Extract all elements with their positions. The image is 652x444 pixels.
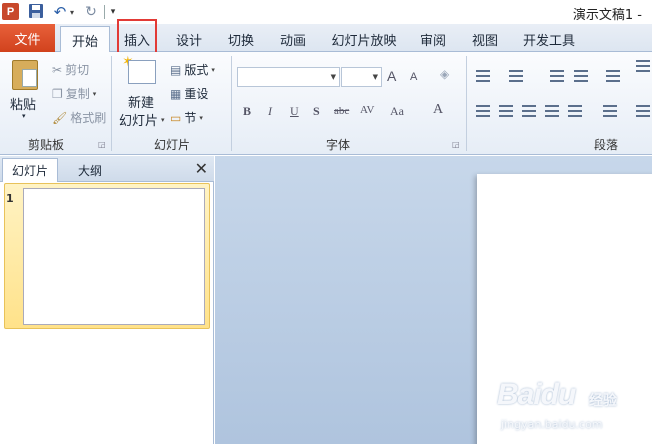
slide-thumbnail[interactable] (23, 188, 205, 325)
bold-button[interactable]: B (243, 104, 251, 119)
numbering-icon[interactable] (509, 70, 523, 82)
shadow-button[interactable]: S (313, 104, 320, 119)
font-color-button[interactable]: A (433, 102, 443, 118)
paragraph-group-label: 段落 (594, 138, 619, 152)
brush-icon: 🖌 (52, 110, 68, 125)
tab-slide-show[interactable]: 幻灯片放映 (326, 26, 402, 52)
format-painter-label: 格式刷 (70, 111, 107, 125)
format-painter-button[interactable]: 🖌 格式刷 (52, 109, 106, 126)
slides-group-label: 幻灯片 (154, 138, 191, 152)
tab-design[interactable]: 设计 (170, 26, 208, 52)
columns-icon[interactable] (603, 105, 617, 117)
layout-button[interactable]: ▤ 版式 ▾ (170, 61, 215, 78)
align-right-icon[interactable] (522, 105, 536, 117)
chevron-down-icon: ▼ (330, 73, 336, 81)
layout-label: 版式 (184, 63, 209, 77)
section-icon: ▭ (170, 110, 182, 125)
copy-label: 复制 (65, 87, 90, 101)
new-slide-button-line2[interactable]: 幻灯片 ▾ (119, 110, 165, 129)
slides-panel: 幻灯片 大纲 ✕ 1 (0, 156, 214, 444)
reset-icon: ▦ (170, 86, 182, 101)
grow-font-button[interactable]: A (387, 68, 396, 84)
watermark-brand: Baidu (497, 378, 576, 411)
tab-home[interactable]: 开始 (60, 26, 110, 53)
reset-label: 重设 (184, 87, 209, 101)
slides-panel-tabs: 幻灯片 大纲 ✕ (0, 156, 214, 182)
paste-button[interactable]: 粘贴 (10, 94, 36, 113)
powerpoint-app-icon[interactable]: P (2, 3, 19, 20)
save-icon[interactable] (28, 3, 44, 19)
tab-developer[interactable]: 开发工具 (518, 26, 580, 52)
distributed-icon[interactable] (568, 105, 582, 117)
new-slide-label: 幻灯片 (119, 114, 159, 129)
copy-icon: ❐ (52, 86, 63, 101)
font-launcher-icon[interactable]: ◲ (452, 140, 460, 149)
strikethrough-button[interactable]: abc (334, 105, 349, 117)
clipboard-group-label: 剪贴板 (28, 138, 65, 152)
align-center-icon[interactable] (499, 105, 513, 117)
reset-button[interactable]: ▦ 重设 (170, 85, 208, 102)
watermark-url: jingyan.baidu.com (501, 418, 603, 431)
section-button[interactable]: ▭ 节 ▾ (170, 109, 203, 126)
clipboard-launcher-icon[interactable]: ◲ (98, 140, 106, 149)
undo-dropdown-icon[interactable]: ▾ (68, 3, 76, 21)
baidu-watermark: Baidu 经验 jingyan.baidu.com (497, 374, 647, 438)
tab-outline[interactable]: 大纲 (62, 158, 118, 182)
redo-icon[interactable]: ↻ (84, 3, 98, 21)
tab-animations[interactable]: 动画 (274, 26, 312, 52)
bullets-icon[interactable] (476, 70, 490, 82)
justify-icon[interactable] (545, 105, 559, 117)
text-direction-icon[interactable] (636, 60, 650, 72)
layout-icon: ▤ (170, 62, 182, 77)
font-name-combo[interactable]: ▼ (237, 67, 340, 87)
increase-indent-icon[interactable] (574, 70, 588, 82)
slide-number: 1 (6, 192, 14, 205)
change-case-button[interactable]: Aa (390, 104, 404, 119)
group-separator (466, 56, 467, 151)
undo-icon[interactable]: ↶ (52, 3, 68, 21)
paste-dropdown-icon[interactable]: ▾ (22, 112, 26, 120)
tab-file[interactable]: 文件 (0, 24, 55, 52)
window-title: 演示文稿1 - (572, 8, 642, 23)
title-bar: P ↶ ▾ ↻ ▾ 演示文稿1 - (0, 0, 652, 24)
tab-view[interactable]: 视图 (466, 26, 504, 52)
close-icon[interactable]: ✕ (195, 159, 208, 178)
clear-format-icon[interactable]: ◈ (440, 67, 449, 82)
cut-button[interactable]: ✂ 剪切 (52, 61, 89, 78)
chevron-down-icon: ▼ (372, 73, 378, 81)
section-label: 节 (184, 111, 197, 125)
char-spacing-button[interactable]: AV (360, 104, 374, 116)
align-left-icon[interactable] (476, 105, 490, 117)
line-spacing-icon[interactable] (606, 70, 620, 82)
align-text-icon[interactable] (636, 105, 650, 117)
tab-transitions[interactable]: 切换 (222, 26, 260, 52)
quick-access-separator (104, 5, 105, 19)
decrease-indent-icon[interactable] (550, 70, 564, 82)
copy-button[interactable]: ❐ 复制 ▾ (52, 85, 96, 102)
paste-icon[interactable] (12, 60, 38, 90)
group-separator (231, 56, 232, 151)
italic-button[interactable]: I (268, 104, 272, 119)
ribbon-tabs: 文件 开始 插入 设计 切换 动画 幻灯片放映 审阅 视图 开发工具 (0, 24, 652, 53)
new-slide-button[interactable]: 新建 (128, 92, 154, 111)
group-separator (111, 56, 112, 151)
tab-review[interactable]: 审阅 (414, 26, 452, 52)
underline-button[interactable]: U (290, 104, 299, 119)
cut-label: 剪切 (65, 63, 90, 77)
font-group-label: 字体 (326, 138, 351, 152)
watermark-sub: 经验 (589, 393, 617, 409)
tab-slides[interactable]: 幻灯片 (2, 158, 58, 182)
font-size-combo[interactable]: ▼ (341, 67, 382, 87)
shrink-font-button[interactable]: A (410, 71, 417, 83)
ribbon: 粘贴 ▾ ✂剪切 ❐复制▾ 🖌格式刷 剪贴板 ◲ ✶ 新建 幻灯片▾ ▤版式▾ … (0, 52, 652, 155)
new-slide-icon[interactable] (128, 60, 156, 84)
scissors-icon: ✂ (52, 62, 63, 77)
